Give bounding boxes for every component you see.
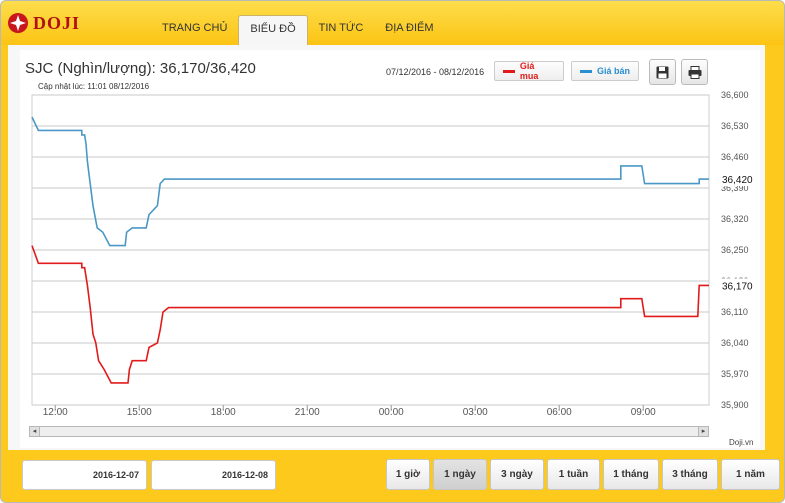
chart-scrollbar[interactable]: ◂ ▸: [29, 426, 709, 437]
date-from-field[interactable]: 2016-12-07: [22, 460, 147, 490]
y-tick-label: 36,250: [721, 245, 749, 255]
range-1-day-button[interactable]: 1 ngày: [433, 459, 487, 490]
scroll-right-icon[interactable]: ▸: [698, 427, 708, 436]
price-chart: 36,60036,53036,46036,39036,32036,25036,1…: [31, 90, 755, 418]
y-tick-label: 36,110: [721, 307, 748, 317]
y-tick-label: 35,970: [721, 369, 749, 379]
x-tick-label: 15:00: [127, 407, 152, 418]
x-tick-label: 06:00: [547, 407, 572, 418]
date-to-field[interactable]: 2016-12-08: [151, 460, 276, 490]
range-1-month-button[interactable]: 1 tháng: [603, 459, 659, 490]
x-tick-label: 09:00: [631, 407, 656, 418]
y-tick-label: 36,600: [721, 90, 749, 100]
range-1-week-button[interactable]: 1 tuần: [547, 459, 600, 490]
y-tick-label: 36,320: [721, 214, 749, 224]
x-tick-label: 21:00: [295, 407, 320, 418]
scroll-left-icon[interactable]: ◂: [30, 427, 40, 436]
app-window: DOJI TRANG CHỦ BIỂU ĐỒ TIN TỨC ĐỊA ĐIỂM …: [0, 0, 785, 503]
range-selector: 1 giờ 1 ngày 3 ngày 1 tuần 1 tháng 3 thá…: [386, 459, 783, 490]
x-tick-label: 03:00: [463, 407, 488, 418]
range-1-hour-button[interactable]: 1 giờ: [386, 459, 430, 490]
range-1-year-button[interactable]: 1 năm: [721, 459, 780, 490]
x-tick-label: 12:00: [43, 407, 68, 418]
y-tick-label: 35,900: [721, 400, 749, 410]
last-value-label-sell: 36,420: [722, 175, 753, 186]
x-tick-label: 18:00: [211, 407, 236, 418]
range-3-month-button[interactable]: 3 tháng: [662, 459, 718, 490]
y-tick-label: 36,040: [721, 338, 749, 348]
range-3-day-button[interactable]: 3 ngày: [490, 459, 544, 490]
last-value-label-buy: 36,170: [722, 281, 753, 292]
y-tick-label: 36,530: [721, 121, 749, 131]
credit-link[interactable]: Doji.vn: [729, 438, 753, 447]
x-tick-label: 00:00: [379, 407, 404, 418]
y-tick-label: 36,460: [721, 152, 749, 162]
